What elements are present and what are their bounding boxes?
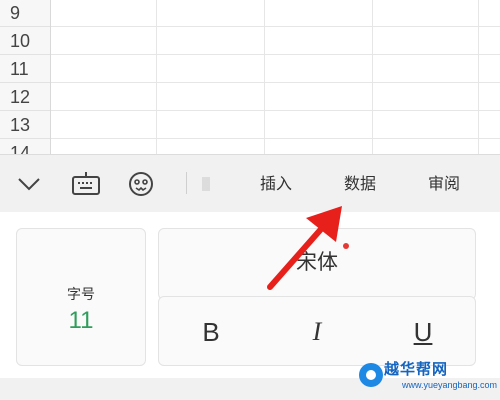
font-size-label: 字号 <box>67 287 95 303</box>
column-gridline <box>156 0 157 154</box>
grid-row[interactable] <box>51 83 500 111</box>
grid-row[interactable] <box>51 0 500 27</box>
row-header-column: 9 10 11 12 13 14 <box>0 0 51 154</box>
row-number[interactable]: 10 <box>0 27 50 55</box>
bold-button[interactable]: B <box>171 297 251 367</box>
row-number[interactable]: 14 <box>0 139 50 154</box>
faded-tab-icon[interactable] <box>196 155 216 213</box>
watermark: 越华帮网 www.yueyangbang.com <box>356 352 500 400</box>
row-number[interactable]: 9 <box>0 0 50 27</box>
toolbar-divider <box>186 172 187 194</box>
grid-row[interactable] <box>51 55 500 83</box>
font-size-box[interactable]: 字号 11 <box>16 228 146 366</box>
spreadsheet-grid[interactable]: 9 10 11 12 13 14 <box>0 0 500 154</box>
watermark-logo-icon <box>359 363 383 387</box>
font-name-selector[interactable]: 宋体 <box>158 228 476 300</box>
column-gridline <box>478 0 479 154</box>
column-gridline <box>372 0 373 154</box>
collapse-chevron-icon[interactable] <box>10 155 48 213</box>
watermark-name: 越华帮网 <box>384 360 449 378</box>
row-number[interactable]: 12 <box>0 83 50 111</box>
watermark-url: www.yueyangbang.com <box>402 380 498 390</box>
row-number[interactable]: 13 <box>0 111 50 139</box>
keyboard-icon[interactable] <box>66 155 106 213</box>
tab-data[interactable]: 数据 <box>330 155 390 213</box>
tab-review[interactable]: 审阅 <box>414 155 474 213</box>
font-size-value: 11 <box>68 307 94 334</box>
bottom-toolbar: 插入 数据 审阅 <box>0 154 500 213</box>
notification-dot <box>343 243 349 249</box>
row-number[interactable]: 11 <box>0 55 50 83</box>
italic-button[interactable]: I <box>277 297 357 367</box>
grid-row[interactable] <box>51 111 500 139</box>
font-name: 宋体 <box>296 250 338 274</box>
emoji-icon[interactable] <box>122 155 160 213</box>
tab-insert[interactable]: 插入 <box>246 155 306 213</box>
column-gridline <box>264 0 265 154</box>
grid-row[interactable] <box>51 27 500 55</box>
